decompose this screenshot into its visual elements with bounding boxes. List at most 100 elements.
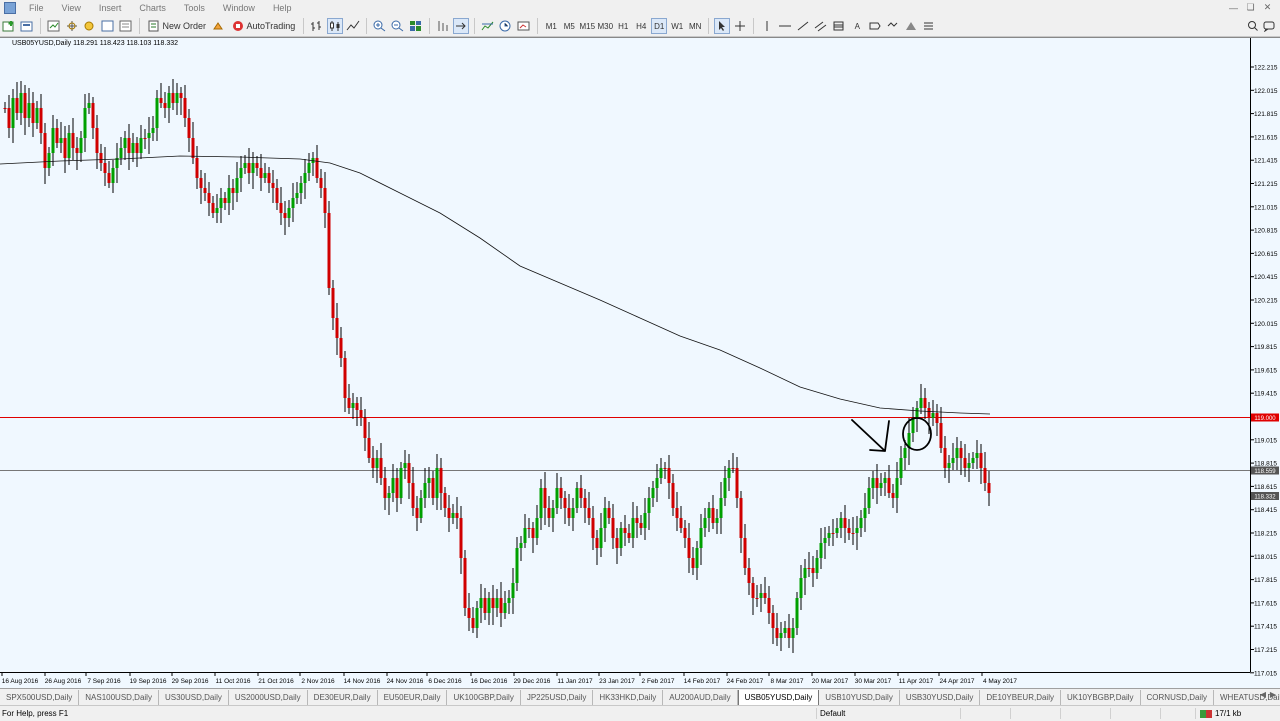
bear-candle bbox=[347, 398, 351, 408]
chart-shift-icon[interactable] bbox=[453, 18, 470, 34]
close-icon[interactable]: ✕ bbox=[1261, 2, 1274, 13]
search-icon[interactable] bbox=[1245, 18, 1261, 34]
scroll-right-icon[interactable]: ▶ bbox=[1268, 690, 1278, 699]
profiles-icon[interactable] bbox=[19, 18, 35, 34]
price-tick-label: 117.015 bbox=[1254, 670, 1277, 677]
chart-tab[interactable]: EU50EUR,Daily bbox=[378, 690, 448, 705]
bear-candle bbox=[95, 128, 99, 153]
tf-m1[interactable]: M1 bbox=[543, 18, 559, 34]
bear-candle bbox=[259, 168, 263, 178]
bull-candle bbox=[795, 598, 799, 628]
status-connection[interactable]: 17/1 kb bbox=[1200, 709, 1241, 718]
bear-candle bbox=[687, 538, 691, 558]
new-order-button[interactable]: New Order bbox=[145, 18, 209, 34]
chart-tab[interactable]: UK10YBGBP,Daily bbox=[1061, 690, 1141, 705]
menu-tools[interactable]: Tools bbox=[175, 3, 214, 13]
menu-view[interactable]: View bbox=[53, 3, 90, 13]
metaeditor-icon[interactable] bbox=[211, 18, 227, 34]
tf-mn[interactable]: MN bbox=[687, 18, 703, 34]
price-tick-label: 118.415 bbox=[1254, 507, 1277, 514]
tf-m30[interactable]: M30 bbox=[597, 18, 613, 34]
horizontal-line-icon[interactable] bbox=[777, 18, 793, 34]
tile-windows-icon[interactable] bbox=[408, 18, 424, 34]
bull-candle bbox=[919, 398, 923, 408]
zoom-in-icon[interactable] bbox=[372, 18, 388, 34]
bear-candle bbox=[887, 478, 891, 493]
bull-candle bbox=[655, 478, 659, 488]
minimize-icon[interactable]: — bbox=[1227, 2, 1240, 13]
autoscroll-icon[interactable] bbox=[435, 18, 451, 34]
time-tick-label: 4 May 2017 bbox=[983, 678, 1017, 685]
bear-candle bbox=[979, 453, 983, 468]
chart-tab[interactable]: JP225USD,Daily bbox=[521, 690, 594, 705]
autotrading-button[interactable]: AutoTrading bbox=[229, 18, 298, 34]
restore-icon[interactable]: ❏ bbox=[1244, 2, 1257, 13]
tf-h4[interactable]: H4 bbox=[633, 18, 649, 34]
bull-candle bbox=[515, 548, 519, 583]
indicators-icon[interactable] bbox=[480, 18, 496, 34]
periods-icon[interactable] bbox=[498, 18, 514, 34]
autotrading-icon bbox=[233, 21, 244, 31]
tester-icon[interactable] bbox=[118, 18, 134, 34]
fibonacci-icon[interactable] bbox=[831, 18, 847, 34]
bear-candle bbox=[407, 463, 411, 483]
objects-list-icon[interactable] bbox=[921, 18, 937, 34]
label-tool-icon[interactable] bbox=[867, 18, 883, 34]
chart-tab[interactable]: HK33HKD,Daily bbox=[593, 690, 664, 705]
menu-charts[interactable]: Charts bbox=[130, 3, 175, 13]
chart-tab[interactable]: SPX500USD,Daily bbox=[0, 690, 80, 705]
tf-m15[interactable]: M15 bbox=[579, 18, 595, 34]
vertical-line-icon[interactable] bbox=[759, 18, 775, 34]
bull-candle bbox=[251, 163, 255, 173]
market-watch-icon[interactable] bbox=[46, 18, 62, 34]
terminal-icon[interactable] bbox=[100, 18, 116, 34]
text-tool-icon[interactable]: A bbox=[849, 18, 865, 34]
tf-h1[interactable]: H1 bbox=[615, 18, 631, 34]
menu-help[interactable]: Help bbox=[264, 3, 301, 13]
candlestick-icon[interactable] bbox=[327, 18, 344, 34]
scroll-left-icon[interactable]: ◀ bbox=[1258, 690, 1268, 699]
menu-window[interactable]: Window bbox=[214, 3, 264, 13]
zoom-out-icon[interactable] bbox=[390, 18, 406, 34]
chart-tab[interactable]: CORNUSD,Daily bbox=[1141, 690, 1214, 705]
bear-candle bbox=[159, 98, 163, 103]
bar-chart-icon[interactable] bbox=[309, 18, 325, 34]
bear-candle bbox=[211, 203, 215, 213]
chart-tab[interactable]: DE10YBEUR,Daily bbox=[980, 690, 1061, 705]
bear-candle bbox=[963, 458, 967, 468]
menu-insert[interactable]: Insert bbox=[90, 3, 131, 13]
cursor-icon[interactable] bbox=[714, 18, 731, 34]
chart-tab[interactable]: US30USD,Daily bbox=[159, 690, 229, 705]
tf-d1[interactable]: D1 bbox=[651, 18, 668, 34]
tf-w1[interactable]: W1 bbox=[669, 18, 685, 34]
new-chart-icon[interactable] bbox=[1, 18, 17, 34]
arrows-tool-icon[interactable] bbox=[885, 18, 901, 34]
line-chart-icon[interactable] bbox=[345, 18, 361, 34]
templates-icon[interactable] bbox=[516, 18, 532, 34]
shapes-tool-icon[interactable] bbox=[903, 18, 919, 34]
chart-tab[interactable]: NAS100USD,Daily bbox=[79, 690, 159, 705]
chart-tab[interactable]: USB10YUSD,Daily bbox=[819, 690, 900, 705]
chart-tab[interactable]: USB05YUSD,Daily bbox=[737, 689, 820, 706]
bear-candle bbox=[467, 608, 471, 618]
chart-tab[interactable]: UK100GBP,Daily bbox=[447, 690, 521, 705]
bear-candle bbox=[107, 173, 111, 183]
crosshair-icon[interactable] bbox=[732, 18, 748, 34]
tf-m5[interactable]: M5 bbox=[561, 18, 577, 34]
bear-candle bbox=[71, 133, 75, 148]
window-controls: — ❏ ✕ bbox=[1227, 2, 1274, 13]
bear-candle bbox=[811, 568, 815, 573]
chart-tab[interactable]: USB30YUSD,Daily bbox=[900, 690, 981, 705]
price-chart[interactable]: 122.215 122.015 121.815 121.615 121.415 121.2… bbox=[0, 38, 1280, 689]
chart-tab[interactable]: US2000USD,Daily bbox=[229, 690, 308, 705]
menu-file[interactable]: File bbox=[20, 3, 53, 13]
bear-candle bbox=[383, 478, 387, 498]
navigator-icon[interactable] bbox=[82, 18, 98, 34]
chart-tab[interactable]: AU200AUD,Daily bbox=[663, 690, 738, 705]
chart-tab[interactable]: DE30EUR,Daily bbox=[308, 690, 378, 705]
chart-window[interactable]: 122.215 122.015 121.815 121.615 121.415 121.2… bbox=[0, 37, 1280, 689]
data-window-icon[interactable] bbox=[64, 18, 80, 34]
equidistant-channel-icon[interactable] bbox=[813, 18, 829, 34]
trendline-icon[interactable] bbox=[795, 18, 811, 34]
chat-icon[interactable] bbox=[1261, 18, 1277, 34]
